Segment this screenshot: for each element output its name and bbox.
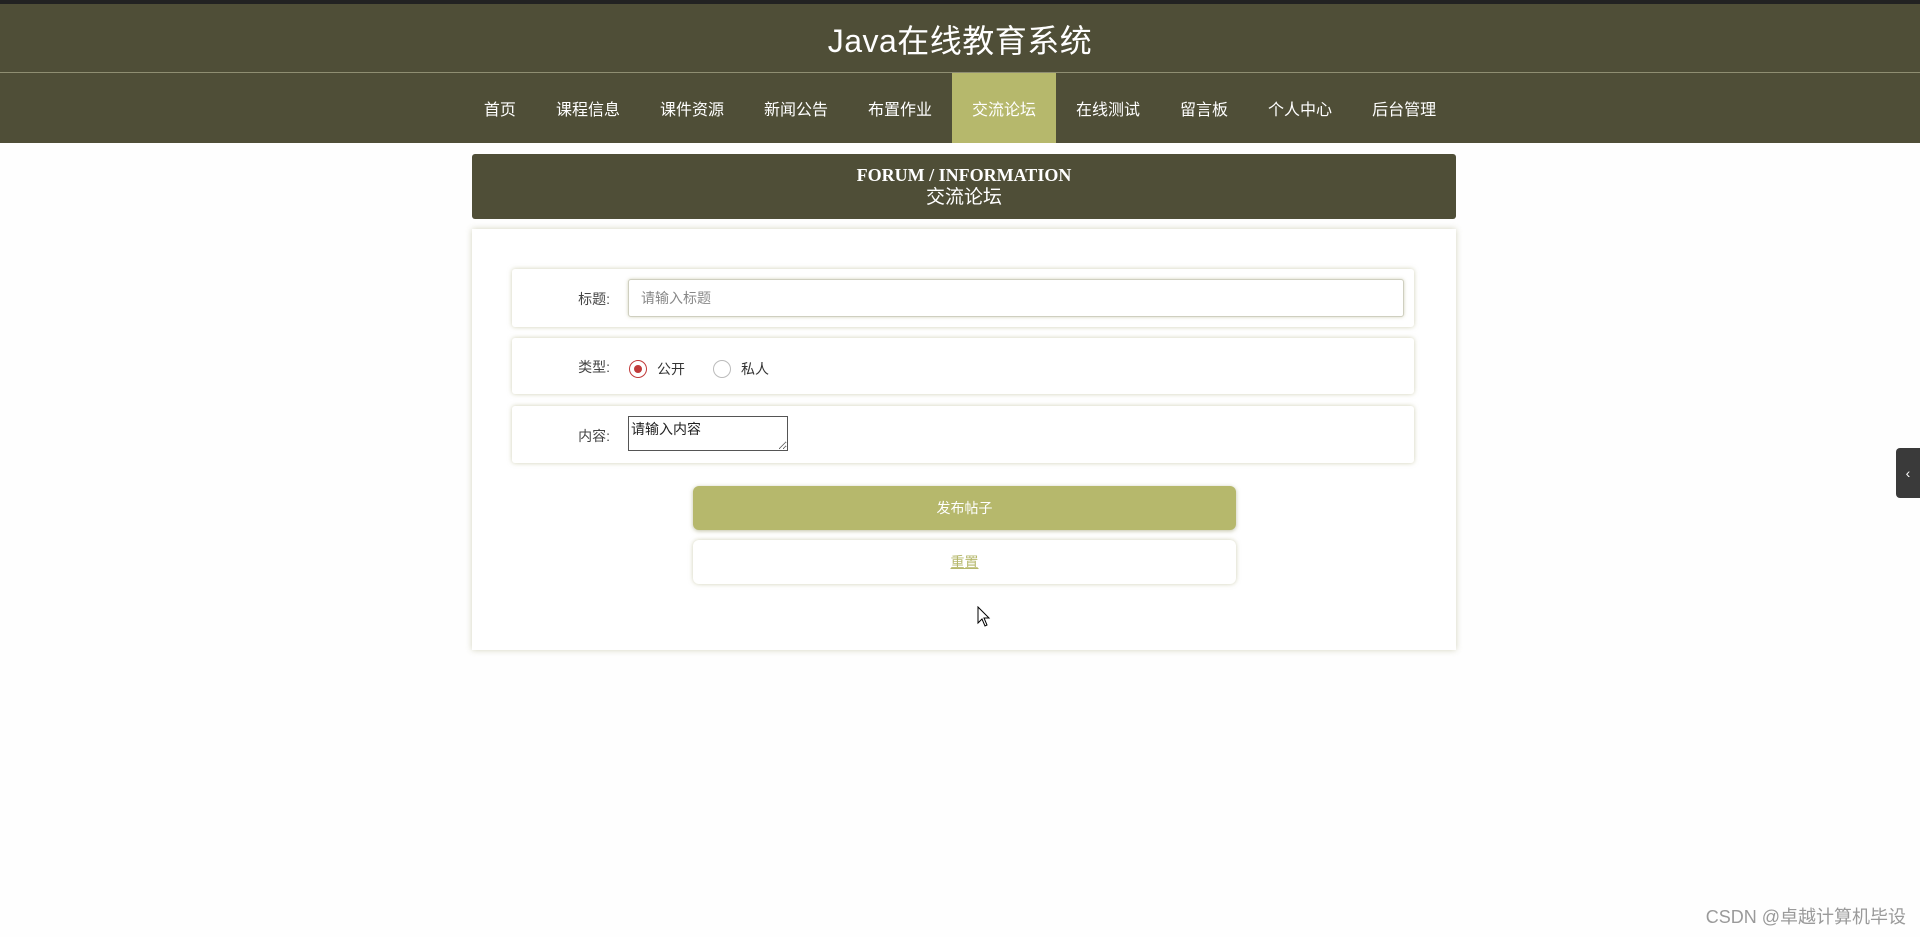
type-row: 类型: 公开 私人 (512, 338, 1414, 394)
content-textarea[interactable] (628, 416, 788, 451)
nav-item-online-test[interactable]: 在线测试 (1056, 73, 1160, 143)
banner-title-en: FORUM / INFORMATION (856, 165, 1072, 185)
title-row: 标题: (512, 269, 1414, 327)
nav-item-personal-center[interactable]: 个人中心 (1248, 73, 1352, 143)
nav-item-forum[interactable]: 交流论坛 (952, 73, 1057, 143)
title-input[interactable] (628, 279, 1404, 317)
chevron-left-icon[interactable]: ‹ (1896, 448, 1920, 498)
nav-item-news[interactable]: 新闻公告 (744, 73, 848, 143)
banner-title-cn: 交流论坛 (925, 187, 1002, 208)
forum-post-form: 标题: 类型: 公开 私人 内容: 发布帖子 重置 (472, 229, 1456, 650)
nav-item-courseware[interactable]: 课件资源 (640, 73, 744, 143)
radio-public[interactable] (629, 360, 647, 378)
publish-post-button[interactable]: 发布帖子 (693, 486, 1236, 530)
content-row: 内容: (512, 406, 1414, 463)
nav-item-admin[interactable]: 后台管理 (1352, 73, 1456, 143)
radio-private[interactable] (713, 360, 731, 378)
radio-private-label: 私人 (741, 361, 769, 377)
nav-item-homework[interactable]: 布置作业 (848, 73, 952, 143)
type-label: 类型: (578, 359, 610, 375)
watermark-text: CSDN @卓越计算机毕设 (1705, 907, 1906, 927)
nav-item-courses[interactable]: 课程信息 (536, 73, 640, 143)
main-nav: 首页 课程信息 课件资源 新闻公告 布置作业 交流论坛 在线测试 留言板 个人中… (0, 73, 1920, 143)
radio-public-label: 公开 (657, 361, 685, 377)
nav-item-home[interactable]: 首页 (464, 73, 536, 143)
site-title: Java在线教育系统 (827, 23, 1093, 59)
page-banner: FORUM / INFORMATION 交流论坛 (472, 154, 1456, 219)
site-header: Java在线教育系统 (0, 4, 1920, 73)
mouse-cursor-icon (977, 605, 991, 633)
nav-item-message-board[interactable]: 留言板 (1160, 73, 1248, 143)
title-label: 标题: (578, 291, 610, 307)
content-label: 内容: (578, 428, 610, 444)
reset-button[interactable]: 重置 (693, 540, 1236, 584)
